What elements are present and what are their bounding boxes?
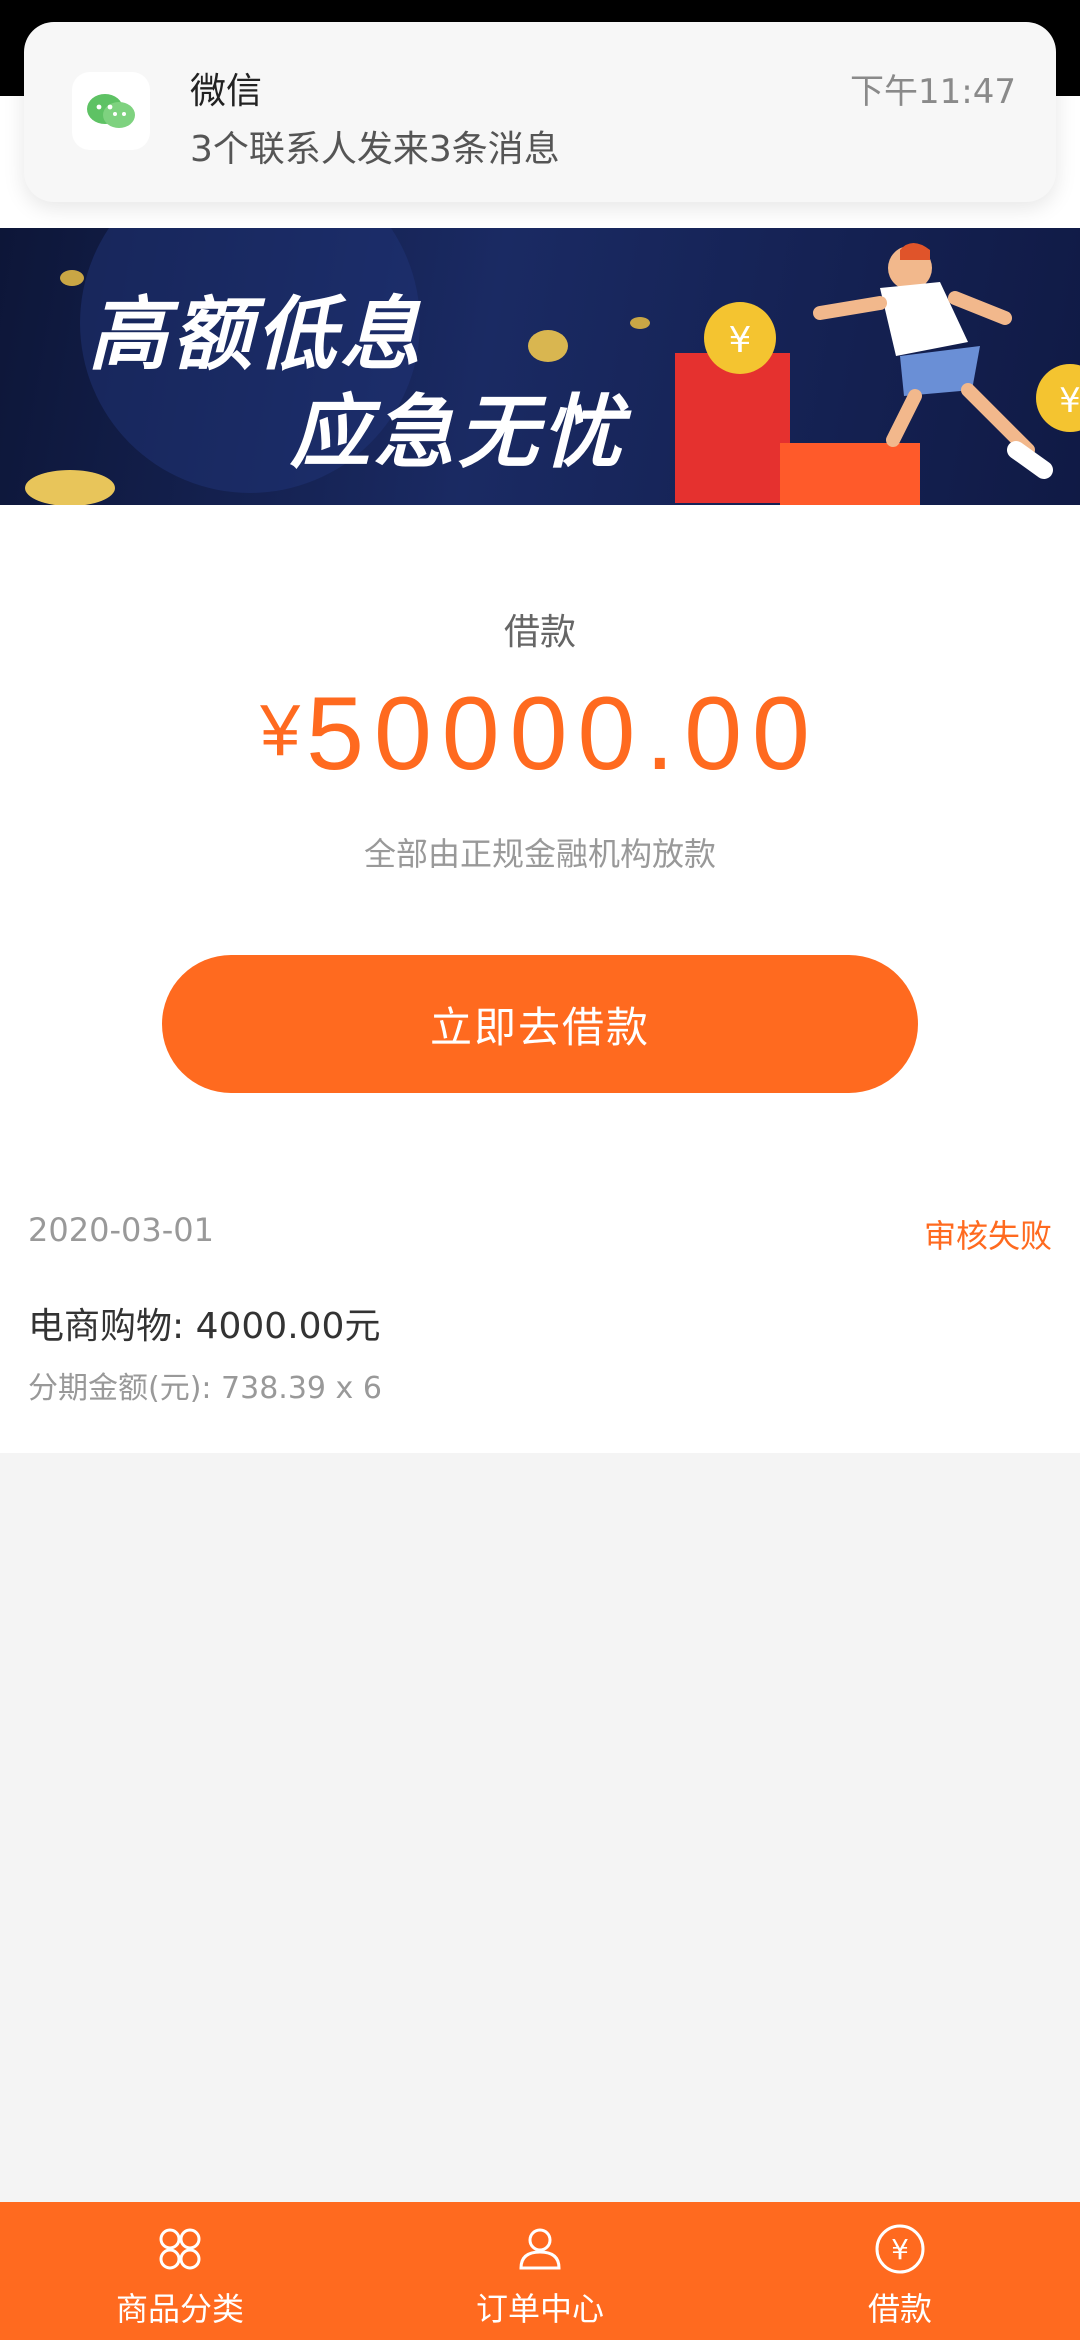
currency-symbol: ¥ [260, 691, 301, 771]
status-badge: 审核失败 [923, 1217, 1052, 1255]
loan-amount-value: 50000.00 [306, 676, 820, 792]
loan-label: 借款 [503, 612, 576, 653]
app-screen: 借款 微信 下午11:47 3个联系人发来3条消息 ¥ [0, 0, 1080, 2340]
loan-amount: ¥50000.00 [0, 675, 1080, 794]
wechat-icon [72, 72, 150, 150]
grid-icon [159, 2228, 201, 2270]
tab-label: 商品分类 [115, 2290, 244, 2328]
loan-card: 借款 ¥50000.00 全部由正规金融机构放款 立即去借款 2020-03-0… [0, 505, 1080, 1453]
tab-loan[interactable]: ¥ 借款 [720, 2202, 1080, 2340]
banner-headline-2: 应急无忧 [290, 386, 626, 479]
record-installment: 分期金额(元): 738.39 x 6 [28, 1371, 382, 1406]
tab-categories[interactable]: 商品分类 [0, 2202, 360, 2340]
svg-text:¥: ¥ [729, 320, 752, 361]
user-icon [519, 2228, 561, 2270]
promo-banner[interactable]: ¥ ¥ 高额低息 应急无忧 [0, 228, 1080, 505]
yen-icon: ¥ [875, 2224, 925, 2274]
notification-popup[interactable]: 微信 下午11:47 3个联系人发来3条消息 [24, 22, 1056, 202]
tab-label: 借款 [867, 2290, 932, 2328]
svg-text:¥: ¥ [1059, 381, 1080, 421]
loan-subtitle: 全部由正规金融机构放款 [363, 835, 716, 873]
notification-message: 3个联系人发来3条消息 [190, 129, 560, 170]
bottom-tab-bar: 商品分类 订单中心 ¥ 借款 [0, 2202, 1080, 2340]
tab-orders[interactable]: 订单中心 [360, 2202, 720, 2340]
record-title[interactable]: 电商购物: 4000.00元 [28, 1297, 380, 1349]
notification-app-name: 微信 [190, 71, 263, 112]
borrow-now-button[interactable]: 立即去借款 [162, 955, 918, 1093]
record-date: 2020-03-01 [28, 1211, 214, 1249]
tab-label: 订单中心 [475, 2290, 604, 2328]
notification-time: 下午11:47 [850, 72, 1016, 112]
svg-text:¥: ¥ [891, 2233, 909, 2266]
